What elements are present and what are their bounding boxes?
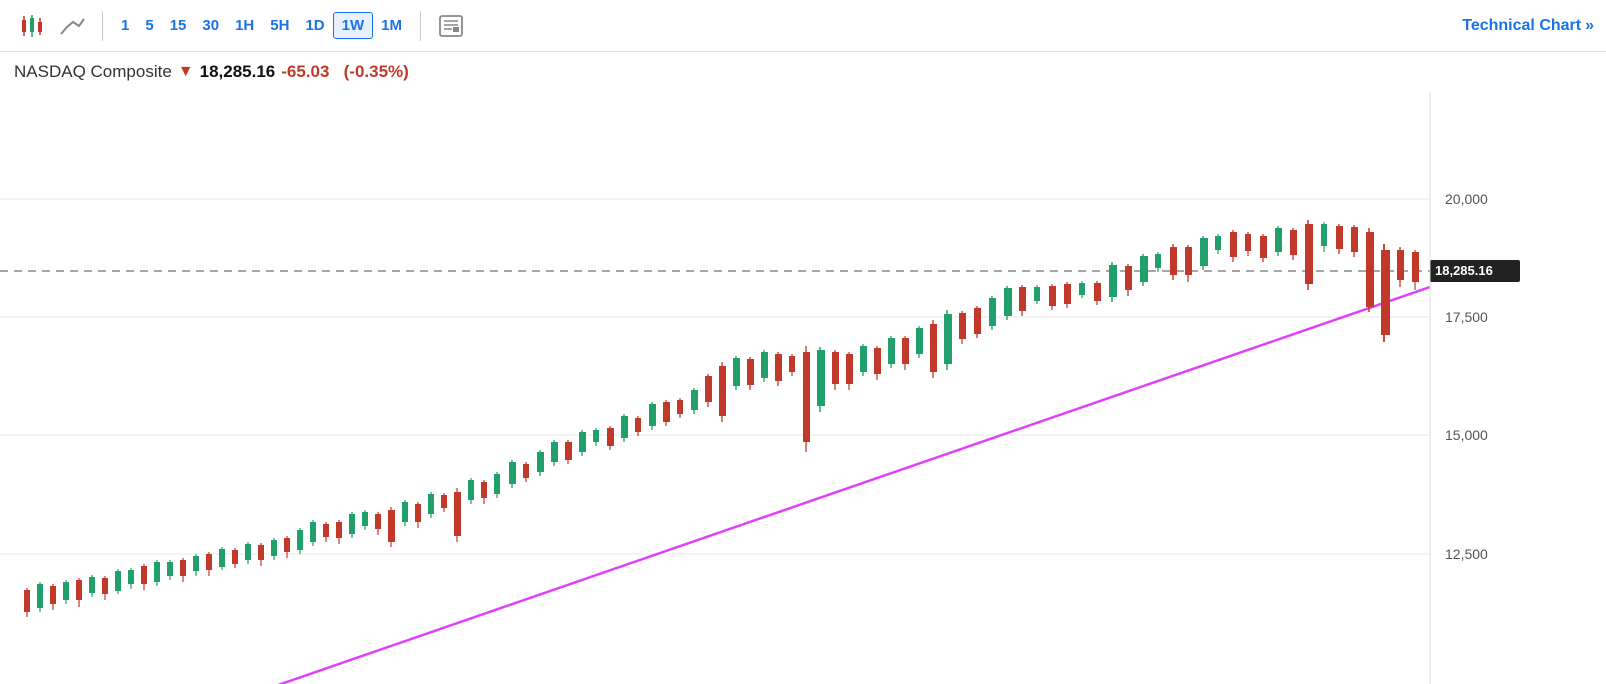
interval-15min[interactable]: 15 xyxy=(162,13,195,38)
svg-text:15,000: 15,000 xyxy=(1445,427,1488,443)
news-icon[interactable] xyxy=(431,8,471,44)
svg-text:20,000: 20,000 xyxy=(1445,191,1488,207)
interval-5hour[interactable]: 5H xyxy=(262,13,297,38)
interval-1month[interactable]: 1M xyxy=(373,13,410,38)
index-change-value: -65.03 xyxy=(281,62,329,81)
technical-chart-label: Technical Chart xyxy=(1462,17,1581,35)
svg-text:17,500: 17,500 xyxy=(1445,309,1488,325)
chart-area[interactable]: 20,000 17,500 15,000 12,500 xyxy=(0,92,1606,684)
candlestick-chart-icon[interactable] xyxy=(12,8,52,44)
index-info-bar: NASDAQ Composite ▼ 18,285.16 -65.03 (-0.… xyxy=(0,52,1606,92)
svg-text:12,500: 12,500 xyxy=(1445,546,1488,562)
index-name: NASDAQ Composite xyxy=(14,62,172,82)
candlestick-chart: 20,000 17,500 15,000 12,500 xyxy=(0,92,1606,684)
interval-30min[interactable]: 30 xyxy=(194,13,227,38)
interval-1min[interactable]: 1 xyxy=(113,13,137,38)
toolbar: 1 5 15 30 1H 5H 1D 1W 1M Technical Chart… xyxy=(0,0,1606,52)
index-change-pct: (-0.35%) xyxy=(344,62,409,81)
interval-1week[interactable]: 1W xyxy=(333,12,374,39)
index-price: 18,285.16 xyxy=(200,62,276,82)
index-change: -65.03 (-0.35%) xyxy=(281,62,409,82)
divider-right xyxy=(420,11,421,41)
chevron-right-icon: » xyxy=(1585,17,1594,35)
direction-icon: ▼ xyxy=(178,63,194,81)
technical-chart-link[interactable]: Technical Chart » xyxy=(1462,17,1594,35)
interval-1hour[interactable]: 1H xyxy=(227,13,262,38)
interval-1day[interactable]: 1D xyxy=(297,13,332,38)
svg-text:18,285.16: 18,285.16 xyxy=(1435,263,1493,278)
divider-left xyxy=(102,11,103,41)
line-chart-icon[interactable] xyxy=(52,8,92,44)
interval-5min[interactable]: 5 xyxy=(137,13,161,38)
